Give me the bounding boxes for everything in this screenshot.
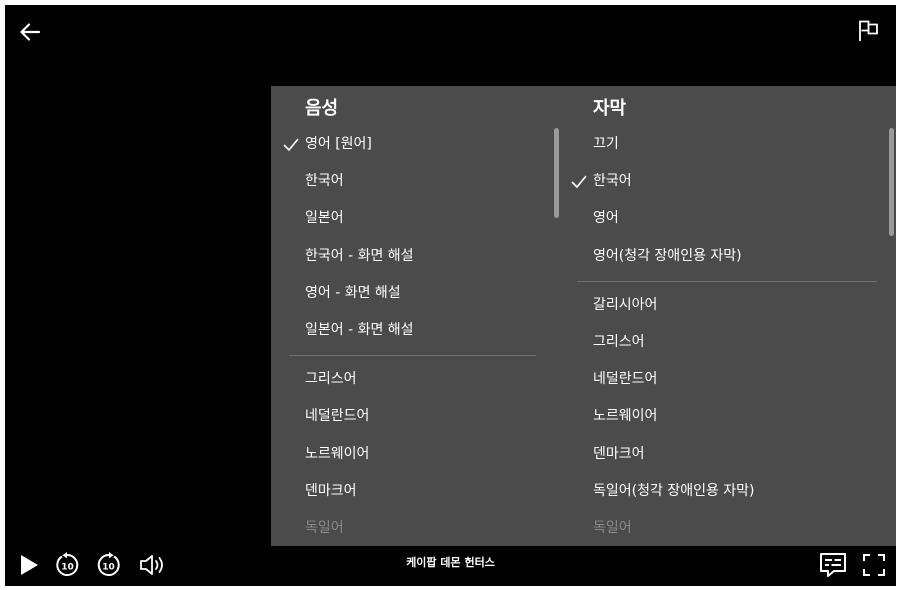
audio-option[interactable]: 한국어 <box>271 163 559 200</box>
audio-option[interactable]: 독일어 <box>271 510 559 546</box>
subtitle-column: 자막 끄기 한국어 영어 영어(청각 장애인용 자막) 갈리시아어 그리스어 네… <box>559 86 896 546</box>
episode-title: 케이팝 데몬 헌터스 <box>406 556 495 569</box>
audio-option-label: 영어 [원어] <box>305 136 372 152</box>
audio-option-label: 한국어 - 화면 해설 <box>305 247 414 264</box>
subtitle-scrollbar[interactable] <box>889 128 894 236</box>
subtitle-option-label: 영어(청각 장애인용 자막) <box>593 247 742 264</box>
subtitle-option[interactable]: 끄기 <box>559 126 896 163</box>
audio-option-label: 독일어 <box>305 519 344 536</box>
video-player: 음성 영어 [원어] 한국어 일본어 한국어 - 화면 해설 영어 - 화면 해… <box>5 5 896 586</box>
subtitle-option-label: 끄기 <box>593 136 619 152</box>
audio-option-label: 일본어 - 화면 해설 <box>305 321 414 338</box>
audio-option-label: 덴마크어 <box>305 482 357 499</box>
subtitle-option[interactable]: 영어(청각 장애인용 자막) <box>559 238 896 275</box>
subtitle-option-label: 독일어(청각 장애인용 자막) <box>593 482 755 499</box>
audio-option-label: 한국어 <box>305 173 344 190</box>
audio-title: 음성 <box>305 98 339 119</box>
subtitle-option-label: 그리스어 <box>593 333 645 350</box>
check-icon <box>571 175 587 189</box>
audio-option[interactable]: 일본어 - 화면 해설 <box>271 312 559 349</box>
subtitle-option[interactable]: 독일어(청각 장애인용 자막) <box>559 473 896 510</box>
subtitle-option[interactable]: 그리스어 <box>559 324 896 361</box>
subtitle-option-label: 한국어 <box>593 173 632 190</box>
subtitles-icon[interactable] <box>818 551 848 579</box>
subtitle-option[interactable]: 덴마크어 <box>559 436 896 473</box>
audio-option[interactable]: 덴마크어 <box>271 473 559 510</box>
subtitle-option[interactable]: 네덜란드어 <box>559 361 896 398</box>
audio-option[interactable]: 노르웨이어 <box>271 436 559 473</box>
audio-option-label: 일본어 <box>305 210 344 227</box>
subtitle-option-label: 영어 <box>593 210 619 227</box>
flag-icon[interactable] <box>856 19 880 43</box>
subtitle-option[interactable]: 독일어 <box>559 510 896 546</box>
subtitle-option[interactable]: 한국어 <box>559 163 896 200</box>
audio-option[interactable]: 영어 - 화면 해설 <box>271 275 559 312</box>
audio-option[interactable]: 일본어 <box>271 200 559 237</box>
fullscreen-icon[interactable] <box>862 551 886 579</box>
audio-option-label: 네덜란드어 <box>305 408 370 425</box>
subtitle-option-label: 갈리시아어 <box>593 296 658 313</box>
audio-column: 음성 영어 [원어] 한국어 일본어 한국어 - 화면 해설 영어 - 화면 해… <box>271 86 559 546</box>
subtitle-option[interactable]: 영어 <box>559 200 896 237</box>
audio-option[interactable]: 네덜란드어 <box>271 398 559 435</box>
subtitle-title: 자막 <box>593 98 627 119</box>
subtitle-option-list[interactable]: 끄기 한국어 영어 영어(청각 장애인용 자막) 갈리시아어 그리스어 네덜란드… <box>559 126 896 546</box>
audio-option-label: 영어 - 화면 해설 <box>305 284 401 301</box>
back-arrow-icon[interactable] <box>19 21 41 43</box>
audio-option-label: 그리스어 <box>305 371 357 388</box>
subtitle-option[interactable]: 노르웨이어 <box>559 398 896 435</box>
audio-option-list[interactable]: 영어 [원어] 한국어 일본어 한국어 - 화면 해설 영어 - 화면 해설 일… <box>271 126 559 546</box>
subtitle-option[interactable]: 갈리시아어 <box>559 287 896 324</box>
subtitle-divider <box>577 280 877 282</box>
subtitle-option-label: 독일어 <box>593 519 632 536</box>
audio-subtitle-panel: 음성 영어 [원어] 한국어 일본어 한국어 - 화면 해설 영어 - 화면 해… <box>271 86 896 546</box>
audio-option[interactable]: 그리스어 <box>271 361 559 398</box>
check-icon <box>283 138 299 152</box>
audio-option[interactable]: 한국어 - 화면 해설 <box>271 238 559 275</box>
audio-divider <box>289 355 536 357</box>
subtitle-option-label: 덴마크어 <box>593 445 645 462</box>
subtitle-option-label: 네덜란드어 <box>593 371 658 388</box>
audio-option-label: 노르웨이어 <box>305 445 370 462</box>
subtitle-option-label: 노르웨이어 <box>593 408 658 425</box>
audio-option[interactable]: 영어 [원어] <box>271 126 559 163</box>
